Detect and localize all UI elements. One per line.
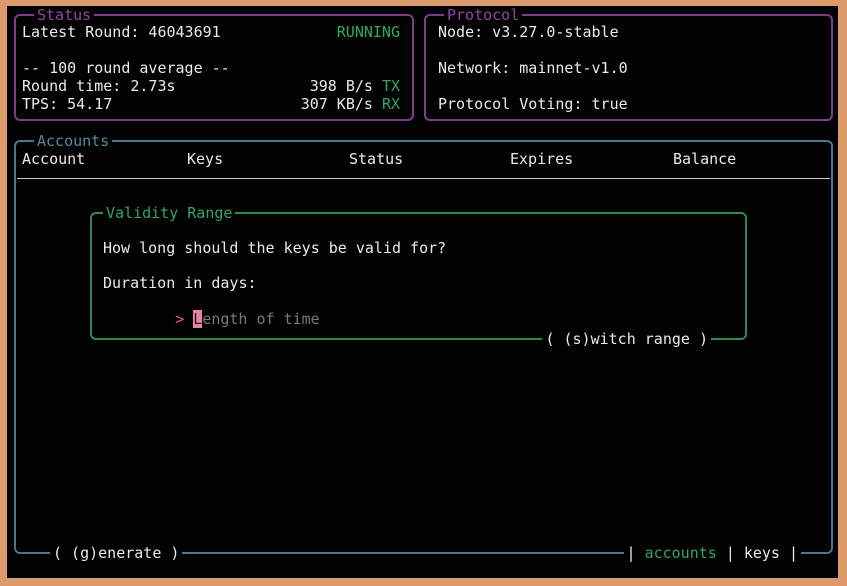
status-row-round-time: Round time: 2.73s 398 B/s TX [22, 77, 400, 95]
tab-separator: | [726, 544, 735, 562]
view-tabs: | accounts | keys | [624, 544, 801, 562]
node-version: Node: v3.27.0-stable [438, 23, 619, 41]
tab-separator: | [789, 544, 798, 562]
switch-range-button[interactable]: ( (s)witch range ) [542, 330, 711, 348]
column-header-expires: Expires [510, 150, 573, 168]
accounts-panel-title: Accounts [34, 132, 112, 150]
latest-round-value: Latest Round: 46043691 [22, 23, 221, 41]
tab-keys[interactable]: keys [744, 544, 780, 562]
input-placeholder: ength of time [202, 310, 319, 328]
round-time-value: Round time: 2.73s [22, 77, 176, 95]
network-name: Network: mainnet-v1.0 [438, 59, 628, 77]
accounts-panel: Accounts Account Keys Status Expires Bal… [14, 140, 833, 554]
protocol-panel: Protocol Node: v3.27.0-stable Network: m… [424, 14, 833, 121]
text-cursor: L [193, 310, 202, 328]
status-row-latest-round: Latest Round: 46043691 RUNNING [22, 23, 400, 41]
tx-rate-value: 398 B/s [310, 77, 373, 95]
validity-question: How long should the keys be valid for? [103, 239, 446, 257]
validity-range-title: Validity Range [103, 204, 235, 222]
column-header-keys: Keys [187, 150, 223, 168]
protocol-panel-title: Protocol [444, 6, 522, 24]
status-row-tps: TPS: 54.17 307 KB/s RX [22, 95, 400, 113]
accounts-table-header: Account Keys Status Expires Balance [22, 150, 825, 168]
input-prompt: > [175, 310, 184, 328]
column-header-status: Status [349, 150, 403, 168]
status-row-average-header: -- 100 round average -- [22, 59, 400, 77]
column-header-balance: Balance [673, 150, 736, 168]
column-header-account: Account [22, 150, 85, 168]
node-state-badge: RUNNING [337, 23, 400, 41]
round-average-header: -- 100 round average -- [22, 59, 230, 77]
table-header-divider [17, 178, 830, 179]
terminal-window: { "colors": { "frame": "#dd9a6a", "backg… [0, 0, 847, 586]
rx-rate-value: 307 KB/s [301, 95, 373, 113]
duration-label: Duration in days: [103, 274, 257, 292]
duration-input[interactable]: >Length of time [103, 292, 320, 310]
generate-button[interactable]: ( (g)enerate ) [50, 544, 182, 562]
tx-rate-label: TX [382, 77, 400, 95]
status-panel: Status Latest Round: 46043691 RUNNING --… [14, 14, 414, 121]
terminal-screen: Status Latest Round: 46043691 RUNNING --… [7, 6, 838, 578]
rx-rate-label: RX [382, 95, 400, 113]
validity-range-dialog: Validity Range How long should the keys … [90, 212, 747, 340]
status-panel-title: Status [34, 6, 94, 24]
protocol-voting: Protocol Voting: true [438, 95, 628, 113]
tab-accounts[interactable]: accounts [645, 544, 717, 562]
tab-separator: | [627, 544, 636, 562]
tps-value: TPS: 54.17 [22, 95, 112, 113]
